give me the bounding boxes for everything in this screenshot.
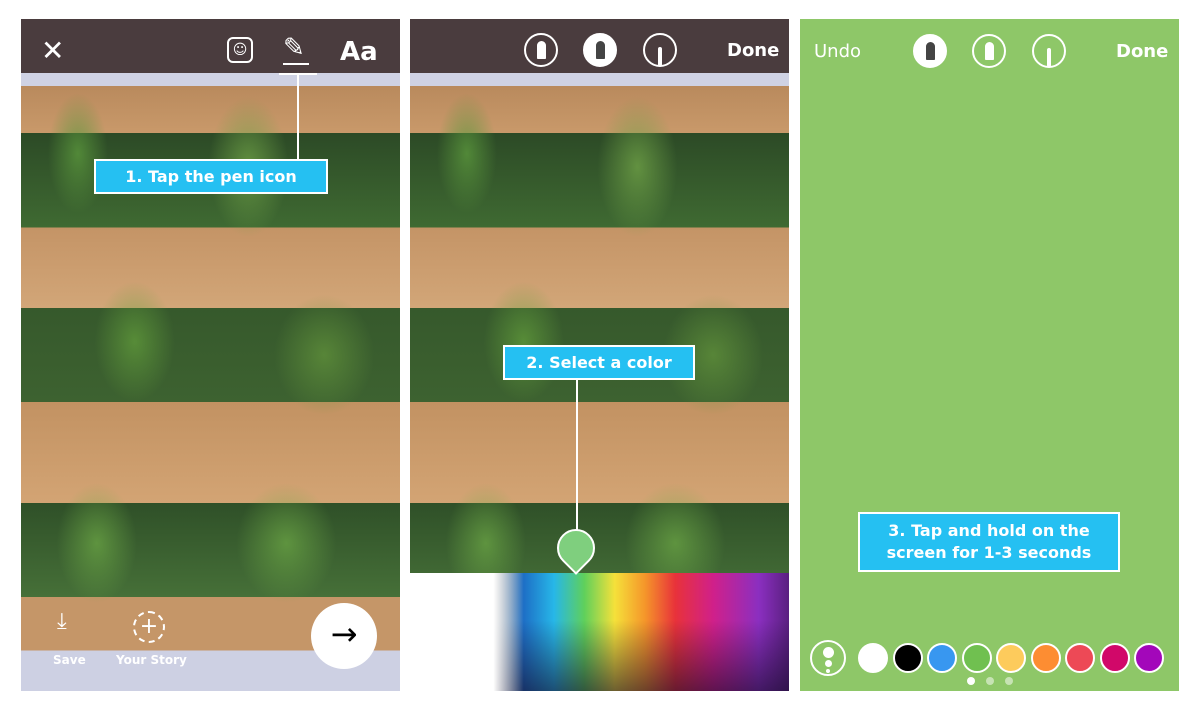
close-icon[interactable]: ✕ [41, 37, 64, 65]
brush-size-button[interactable] [810, 640, 846, 676]
color-swatch[interactable] [961, 643, 992, 673]
story-editor-photo-panel: ✕ ☺ ✎ Aa 1. Tap the pen icon ⤓ Save + Yo… [21, 19, 400, 691]
next-button[interactable]: → [311, 603, 377, 669]
chisel-marker-icon[interactable] [583, 33, 617, 67]
color-swatch[interactable] [1099, 643, 1130, 673]
neon-pen-icon[interactable] [643, 33, 677, 67]
chisel-marker-icon[interactable] [972, 34, 1006, 68]
sticker-icon[interactable]: ☺ [227, 37, 253, 63]
save-download-icon[interactable]: ⤓ [57, 609, 67, 634]
callout-step-2: 2. Select a color [503, 345, 695, 380]
color-swatch[interactable] [1134, 643, 1164, 673]
done-button[interactable]: Done [1116, 41, 1168, 62]
color-swatch[interactable] [1030, 643, 1061, 673]
arrow-right-icon: → [330, 615, 358, 653]
color-picker-panel: Done 2. Select a color [410, 19, 789, 691]
add-story-icon[interactable]: + [133, 611, 165, 643]
callout-step-1: 1. Tap the pen icon [94, 159, 328, 194]
page-indicator-dot[interactable] [1005, 677, 1013, 685]
marker-icon[interactable] [524, 33, 558, 67]
page-indicator-dot[interactable] [967, 677, 975, 685]
your-story-button[interactable]: Your Story [116, 653, 187, 667]
done-button[interactable]: Done [727, 40, 779, 61]
color-gradient-picker[interactable] [410, 573, 789, 691]
save-button[interactable]: Save [53, 653, 86, 667]
color-swatch[interactable] [1065, 643, 1095, 673]
neon-pen-icon[interactable] [1032, 34, 1066, 68]
color-swatch[interactable] [892, 643, 923, 673]
page-indicator-dot[interactable] [986, 677, 994, 685]
marker-icon[interactable] [913, 34, 947, 68]
text-tool-button[interactable]: Aa [340, 37, 378, 67]
color-swatch[interactable] [858, 643, 888, 673]
color-swatch[interactable] [927, 643, 957, 673]
color-swatch[interactable] [996, 643, 1026, 673]
pen-icon[interactable]: ✎ [283, 33, 305, 63]
undo-button[interactable]: Undo [814, 41, 861, 62]
callout-step-3: 3. Tap and hold on the screen for 1-3 se… [858, 512, 1120, 572]
drawing-canvas-panel[interactable]: Undo Done 3. Tap and hold on the screen … [800, 19, 1179, 691]
